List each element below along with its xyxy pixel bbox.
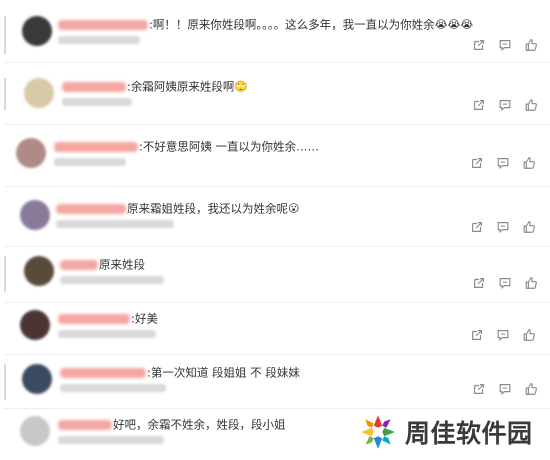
pinwheel-logo-icon bbox=[357, 411, 399, 453]
divider bbox=[4, 246, 550, 247]
username[interactable] bbox=[60, 259, 98, 270]
comment-actions bbox=[470, 156, 536, 170]
watermark-text: 周佳软件园 bbox=[405, 419, 533, 448]
comment-text: :余霜阿姨原来姓段啊 bbox=[127, 79, 235, 94]
comment-line: 原来姓段 bbox=[60, 256, 145, 272]
comment-meta bbox=[56, 220, 174, 228]
comment-list-page: :啊！！原来你姓段啊。。。。这么多年，我一直以为你姓余😭😭😭 :余霜阿姨原来姓段… bbox=[0, 0, 550, 460]
like-icon[interactable] bbox=[524, 38, 538, 52]
comment-icon[interactable] bbox=[498, 98, 512, 112]
comment-text: 原来霜姐姓段，我还以为姓余呢 bbox=[127, 201, 288, 216]
username[interactable] bbox=[60, 367, 146, 378]
avatar[interactable] bbox=[20, 200, 50, 230]
comment-text: :第一次知道 段姐姐 不 段妹妹 bbox=[147, 365, 300, 380]
like-icon[interactable] bbox=[522, 156, 536, 170]
watermark: 周佳软件园 bbox=[357, 410, 547, 454]
emoji: 😮 bbox=[288, 201, 300, 215]
like-icon[interactable] bbox=[524, 98, 538, 112]
comment-meta bbox=[54, 158, 126, 166]
comment-icon[interactable] bbox=[498, 276, 512, 290]
comment-meta bbox=[58, 330, 156, 338]
share-icon[interactable] bbox=[470, 328, 484, 342]
comment-line: :第一次知道 段姐姐 不 段妹妹 bbox=[60, 364, 300, 380]
comment-text: :不好意思阿姨 一直以为你姓余…… bbox=[139, 139, 320, 154]
comment-item: 原来霜姐姓段，我还以为姓余呢😮 bbox=[4, 200, 550, 236]
share-icon[interactable] bbox=[470, 220, 484, 234]
emoji: 😭😭😭 bbox=[434, 17, 474, 31]
comment-line: 好吧，余霜不姓余，姓段，段小姐 bbox=[58, 416, 286, 432]
comment-line: :不好意思阿姨 一直以为你姓余…… bbox=[54, 138, 319, 154]
comment-actions bbox=[470, 328, 536, 342]
comment-meta bbox=[60, 384, 166, 392]
comment-item: :第一次知道 段姐姐 不 段妹妹 bbox=[4, 364, 550, 400]
comment-icon[interactable] bbox=[498, 38, 512, 52]
comment-text: :好美 bbox=[131, 311, 158, 326]
divider bbox=[4, 302, 550, 303]
like-icon[interactable] bbox=[522, 220, 536, 234]
comment-actions bbox=[472, 382, 538, 396]
comment-actions bbox=[472, 276, 538, 290]
comment-line: 原来霜姐姓段，我还以为姓余呢😮 bbox=[56, 200, 299, 216]
share-icon[interactable] bbox=[472, 98, 486, 112]
comment-item: :啊！！原来你姓段啊。。。。这么多年，我一直以为你姓余😭😭😭 bbox=[4, 16, 550, 54]
comment-line: :啊！！原来你姓段啊。。。。这么多年，我一直以为你姓余😭😭😭 bbox=[58, 16, 473, 32]
comment-text: :啊！！原来你姓段啊。。。。这么多年，我一直以为你姓余 bbox=[149, 17, 435, 32]
comment-line: :余霜阿姨原来姓段啊🙄 bbox=[62, 78, 248, 94]
username[interactable] bbox=[58, 19, 148, 30]
like-icon[interactable] bbox=[524, 382, 538, 396]
share-icon[interactable] bbox=[472, 382, 486, 396]
comment-line: :好美 bbox=[58, 310, 158, 326]
avatar[interactable] bbox=[20, 310, 50, 340]
comment-actions bbox=[472, 98, 538, 112]
comment-item: :不好意思阿姨 一直以为你姓余…… bbox=[4, 138, 550, 172]
username[interactable] bbox=[58, 419, 112, 430]
avatar[interactable] bbox=[24, 256, 54, 286]
comment-text: 好吧，余霜不姓余，姓段，段小姐 bbox=[113, 417, 286, 432]
comment-meta bbox=[58, 436, 164, 444]
avatar[interactable] bbox=[22, 16, 52, 46]
comment-icon[interactable] bbox=[496, 328, 510, 342]
comment-item: 原来姓段 bbox=[4, 256, 550, 292]
like-icon[interactable] bbox=[522, 328, 536, 342]
share-icon[interactable] bbox=[470, 156, 484, 170]
username[interactable] bbox=[58, 313, 130, 324]
divider bbox=[4, 408, 550, 409]
comment-text: 原来姓段 bbox=[99, 257, 145, 272]
avatar[interactable] bbox=[16, 138, 46, 168]
comment-meta bbox=[58, 36, 140, 44]
comment-icon[interactable] bbox=[496, 220, 510, 234]
avatar[interactable] bbox=[22, 364, 52, 394]
username[interactable] bbox=[56, 203, 126, 214]
share-icon[interactable] bbox=[472, 276, 486, 290]
comment-meta bbox=[62, 98, 132, 106]
share-icon[interactable] bbox=[472, 38, 486, 52]
divider bbox=[4, 124, 550, 125]
username[interactable] bbox=[62, 81, 126, 92]
divider bbox=[4, 186, 550, 187]
comment-item: :好美 bbox=[4, 310, 550, 346]
avatar[interactable] bbox=[20, 416, 50, 446]
username[interactable] bbox=[54, 141, 138, 152]
emoji: 🙄 bbox=[234, 79, 249, 93]
comment-icon[interactable] bbox=[496, 156, 510, 170]
avatar[interactable] bbox=[24, 78, 54, 108]
divider bbox=[4, 62, 550, 63]
divider bbox=[4, 354, 550, 355]
like-icon[interactable] bbox=[524, 276, 538, 290]
comment-actions bbox=[470, 220, 536, 234]
comment-icon[interactable] bbox=[498, 382, 512, 396]
comment-meta bbox=[60, 276, 164, 284]
comment-item: :余霜阿姨原来姓段啊🙄 bbox=[4, 78, 550, 112]
comment-actions bbox=[472, 38, 538, 52]
